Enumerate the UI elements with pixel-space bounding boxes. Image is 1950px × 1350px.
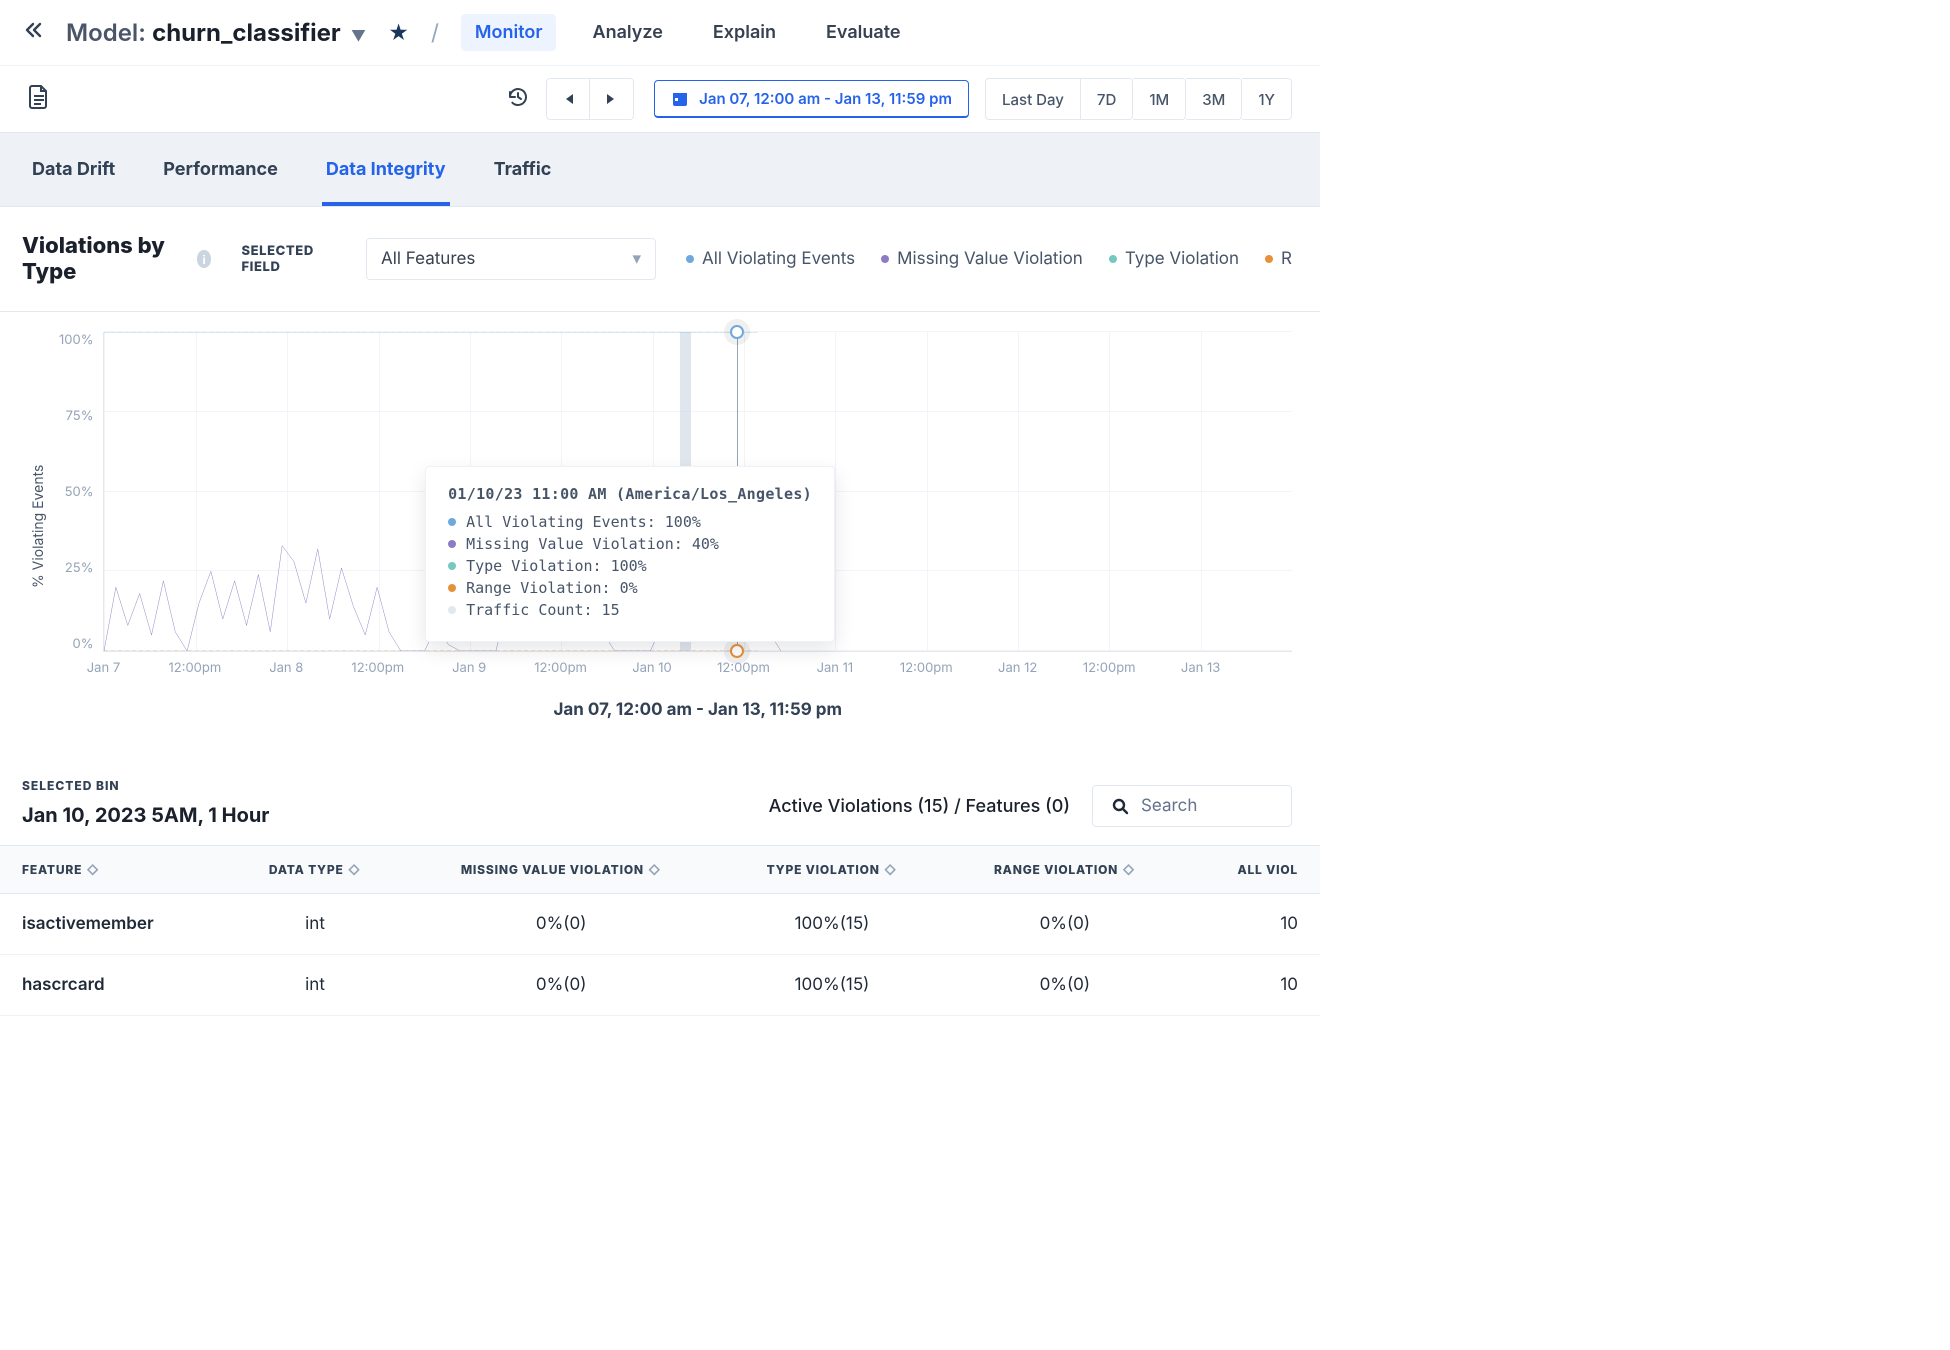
legend-item[interactable]: Missing Value Violation [881,249,1083,269]
range-7d[interactable]: 7D [1081,78,1133,120]
subtab-traffic[interactable]: Traffic [490,133,556,206]
timerange-next-button[interactable] [590,78,634,120]
table-row[interactable]: isactivemember int 0%(0) 100%(15) 0%(0) … [0,894,1320,955]
calendar-icon [671,90,689,108]
range-last-day[interactable]: Last Day [985,78,1081,120]
favorite-star-icon[interactable]: ★ [388,21,409,45]
legend-item[interactable]: R [1265,249,1292,269]
violations-table: FEATURE◇ DATA TYPE◇ MISSING VALUE VIOLAT… [0,845,1320,1016]
chart-tooltip: 01/10/23 11:00 AM (America/Los_Angeles)A… [425,466,835,642]
tab-evaluate[interactable]: Evaluate [812,14,915,51]
tab-analyze[interactable]: Analyze [578,14,676,51]
col-type-violation[interactable]: TYPE VIOLATION◇ [719,846,945,894]
breadcrumb-separator: / [431,20,439,46]
range-1y[interactable]: 1Y [1242,78,1292,120]
document-icon[interactable] [28,84,50,114]
section-title: Violations by Type i [22,233,211,285]
model-dropdown-caret[interactable]: ▼ [351,26,366,45]
collapse-sidebar-icon[interactable] [24,22,44,43]
y-axis-label: % Violating Events [22,332,55,720]
history-icon[interactable] [506,85,530,113]
data-point-marker[interactable] [730,325,744,339]
range-3m[interactable]: 3M [1186,78,1242,120]
selected-bin-label: SELECTED BIN [22,778,269,793]
date-range-picker[interactable]: Jan 07, 12:00 am - Jan 13, 11:59 pm [654,80,969,118]
y-axis-ticks: 100%75%50%25%0% [55,332,103,652]
subtab-data-integrity[interactable]: Data Integrity [322,133,450,206]
col-all-violation[interactable]: ALL VIOL [1185,846,1320,894]
legend-item[interactable]: All Violating Events [686,249,855,269]
tab-explain[interactable]: Explain [699,14,790,51]
selected-field-label: SELECTED FIELD [241,243,336,275]
subtab-data-drift[interactable]: Data Drift [28,133,119,206]
data-point-marker[interactable] [730,644,744,658]
x-axis-title: Jan 07, 12:00 am - Jan 13, 11:59 pm [103,700,1292,720]
violations-summary: Active Violations (15) / Features (0) [769,796,1070,817]
col-range-violation[interactable]: RANGE VIOLATION◇ [945,846,1185,894]
col-data-type[interactable]: DATA TYPE◇ [227,846,403,894]
tab-monitor[interactable]: Monitor [461,14,557,51]
col-missing[interactable]: MISSING VALUE VIOLATION◇ [403,846,719,894]
model-name[interactable]: churn_classifier [152,18,341,47]
feature-search-input[interactable]: Search [1092,785,1292,827]
search-icon [1111,797,1129,815]
model-label: Model: [66,18,146,47]
range-1m[interactable]: 1M [1133,78,1186,120]
chart-legend: All Violating Events Missing Value Violat… [686,249,1292,269]
x-axis-ticks: Jan 712:00pmJan 812:00pmJan 912:00pmJan … [103,660,1292,678]
col-feature[interactable]: FEATURE◇ [0,846,227,894]
table-row[interactable]: hascrcard int 0%(0) 100%(15) 0%(0) 10 [0,955,1320,1016]
info-icon[interactable]: i [197,250,212,268]
selected-field-dropdown[interactable]: All Features [366,238,656,280]
legend-item[interactable]: Type Violation [1109,249,1239,269]
date-range-text: Jan 07, 12:00 am - Jan 13, 11:59 pm [699,89,952,108]
timerange-prev-button[interactable] [546,78,590,120]
chart-plot-area[interactable]: 01/10/23 11:00 AM (America/Los_Angeles)A… [103,332,1292,652]
subtab-performance[interactable]: Performance [159,133,282,206]
selected-bin-value: Jan 10, 2023 5AM, 1 Hour [22,803,269,827]
